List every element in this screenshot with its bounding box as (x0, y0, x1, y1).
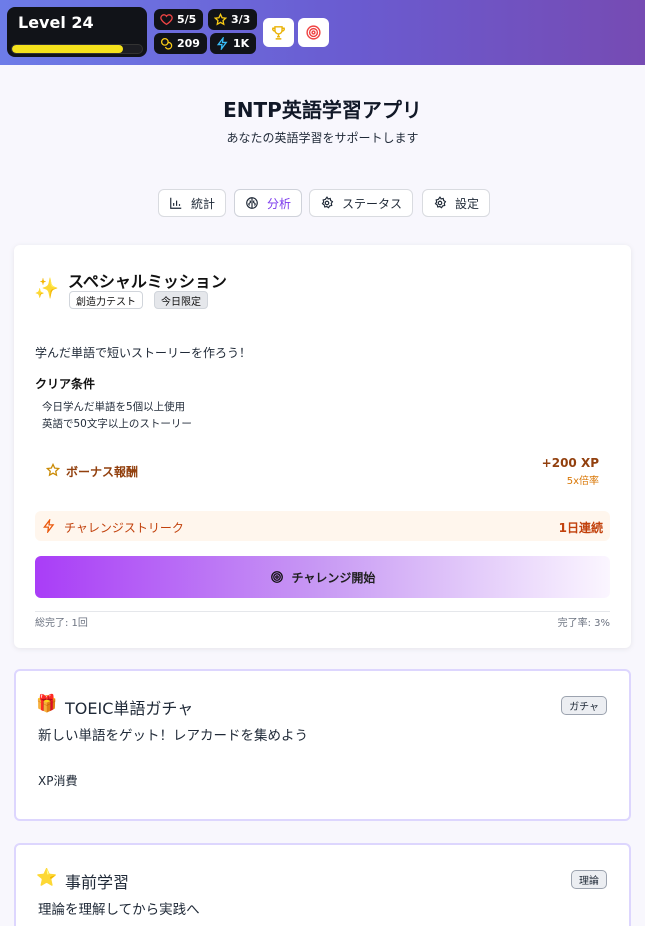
card-tag: ガチャ (561, 696, 607, 715)
toeic-gacha-card[interactable]: 🎁 TOEIC単語ガチャ ガチャ 新しい単語をゲット！レアカードを集めよう XP… (14, 669, 631, 821)
trophy-icon (272, 26, 285, 40)
target-icon (270, 571, 283, 583)
coins-icon (160, 37, 173, 50)
streak-value: 1日連続 (558, 521, 603, 535)
streak-label: チャレンジストリーク (64, 521, 184, 535)
hearts-counter: 5/5 (154, 9, 204, 30)
card-title: TOEIC単語ガチャ (65, 699, 194, 718)
mission-title: スペシャルミッション (68, 272, 227, 291)
hearts-value: 5/5 (177, 13, 197, 26)
target-icon (306, 25, 321, 40)
mission-tag-today-only: 今日限定 (154, 291, 208, 309)
tab-stats[interactable]: 統計 (158, 189, 227, 217)
trophy-button[interactable] (263, 18, 294, 47)
challenge-streak-bar: チャレンジストリーク 1日連続 (35, 511, 610, 541)
start-challenge-label: チャレンジ開始 (291, 570, 376, 585)
lightning-icon (43, 519, 55, 533)
page-subtitle: あなたの英語学習をサポートします (226, 131, 419, 145)
mission-tag-creativity: 創造力テスト (69, 291, 143, 309)
bonus-reward-label: ボーナス報酬 (66, 465, 139, 479)
card-tag: 理論 (571, 870, 607, 889)
mission-description: 学んだ単語で短いストーリーを作ろう！ (35, 346, 252, 360)
condition-item: 今日学んだ単語を5個以上使用 (42, 401, 186, 413)
gear-icon (434, 196, 447, 209)
lightning-icon (216, 37, 228, 50)
star-icon (214, 13, 227, 26)
gift-icon: 🎁 (36, 694, 58, 714)
bonus-xp-value: +200 XP (541, 456, 599, 470)
tab-settings[interactable]: 設定 (422, 189, 491, 217)
bar-chart-icon (170, 197, 182, 209)
special-mission-card: ✨ スペシャルミッション 創造力テスト 今日限定 学んだ単語で短いストーリーを作… (14, 245, 631, 648)
divider (35, 611, 610, 612)
completion-rate: 完了率: 3% (557, 618, 610, 629)
stars-value: 3/3 (231, 13, 251, 26)
tab-analysis[interactable]: 分析 (234, 189, 303, 217)
card-description: 理論を理解してから実践へ (38, 902, 200, 918)
heart-icon (160, 14, 173, 26)
card-description: 新しい単語をゲット！レアカードを集めよう (38, 728, 308, 744)
star-outline-icon (46, 463, 60, 477)
gear-icon (321, 196, 334, 209)
xp-cost-label: XP消費 (38, 774, 78, 788)
pre-study-card[interactable]: ⭐ 事前学習 理論 理論を理解してから実践へ (14, 843, 631, 926)
xp-progress-fill (12, 45, 123, 53)
energy-value: 1K (233, 37, 250, 50)
tab-settings-label: 設定 (455, 196, 480, 211)
total-completed: 総完了: 1回 (35, 618, 88, 629)
tab-status[interactable]: ステータス (309, 189, 414, 217)
sparkles-icon: ✨ (34, 276, 59, 300)
star-icon: ⭐ (36, 868, 58, 888)
condition-item: 英語で50文字以上のストーリー (42, 418, 192, 430)
brain-icon (246, 197, 258, 209)
start-challenge-button[interactable]: チャレンジ開始 (35, 556, 610, 598)
card-title: 事前学習 (65, 873, 130, 892)
level-panel: Level 24 (7, 7, 147, 57)
coins-counter: 209 (154, 33, 207, 54)
tab-stats-label: 統計 (191, 196, 216, 211)
clear-conditions-title: クリア条件 (35, 377, 96, 391)
page-title: ENTP英語学習アプリ (223, 98, 422, 122)
tab-status-label: ステータス (342, 196, 403, 211)
top-status-bar: Level 24 5/5 3/3 209 1K (0, 0, 645, 65)
energy-counter: 1K (210, 33, 257, 54)
xp-progress-bar (11, 44, 143, 54)
stars-counter: 3/3 (208, 9, 258, 30)
coins-value: 209 (177, 37, 200, 50)
target-button[interactable] (298, 18, 329, 47)
tab-analysis-label: 分析 (267, 196, 292, 211)
level-label: Level 24 (18, 13, 94, 32)
bonus-multiplier: 5x倍率 (566, 476, 599, 487)
